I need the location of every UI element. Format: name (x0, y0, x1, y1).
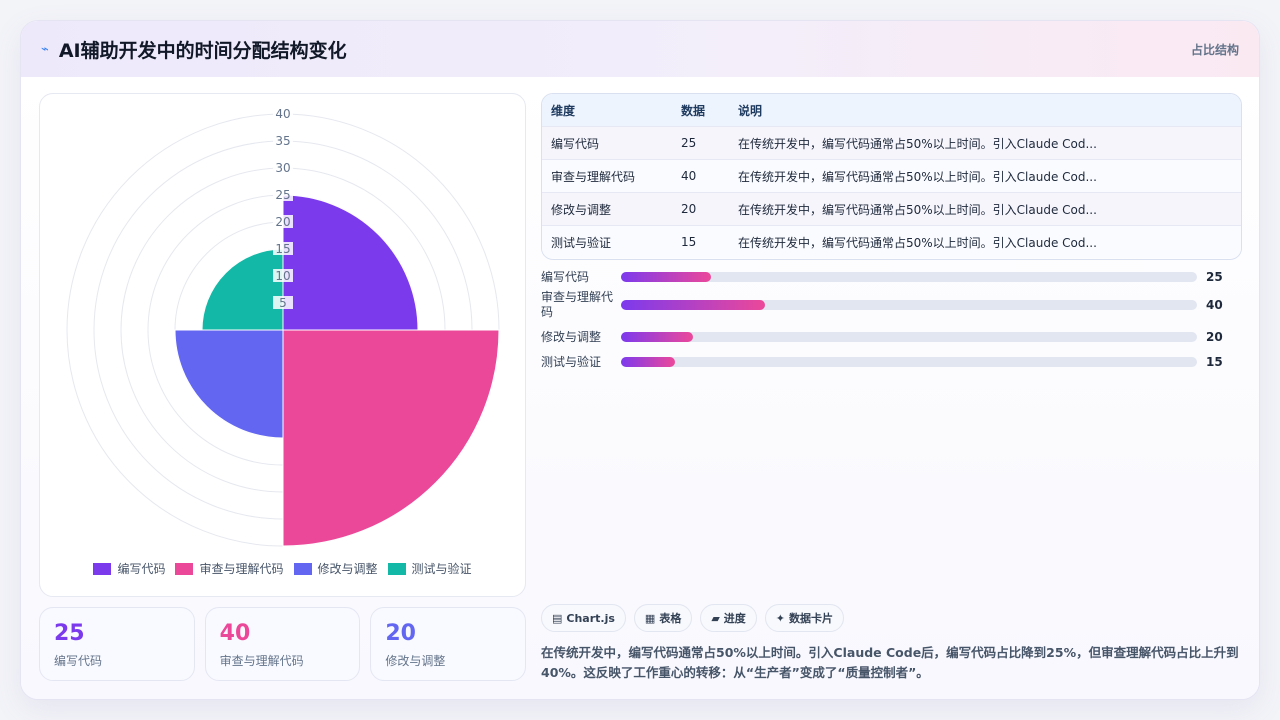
progress-row: 审查与理解代码 40 (541, 289, 1242, 321)
legend-swatch (387, 562, 406, 575)
legend-swatch (293, 562, 312, 575)
progress-value: 40 (1206, 298, 1223, 312)
progress-row: 编写代码 25 (541, 269, 1242, 285)
progress-value: 25 (1206, 270, 1223, 284)
table-row: 审查与理解代码 40 在传统开发中，编写代码通常占50%以上时间。引入Claud… (542, 159, 1241, 192)
progress-fill (621, 300, 765, 310)
progress-row: 测试与验证 15 (541, 354, 1242, 370)
legend-item[interactable]: 测试与验证 (387, 560, 472, 577)
summary-note: 在传统开发中，编写代码通常占50%以上时间。引入Claude Code后，编写代… (541, 645, 1239, 680)
row-value: 25 (681, 136, 697, 150)
header: ⌁ AI辅助开发中的时间分配结构变化 占比结构 (21, 21, 1259, 77)
polar-chart-svg: 5 10 15 20 25 30 35 40 (66, 107, 500, 547)
r-tick-label: 40 (275, 107, 290, 121)
chip-table[interactable]: ▦ 表格 (633, 604, 693, 632)
stat-cards: 25 编写代码 40 审查与理解代码 20 修改与调整 (39, 607, 527, 681)
chip-label: 数据卡片 (789, 612, 834, 625)
r-tick-label: 25 (275, 188, 290, 202)
line-chart-icon: ⌁ (41, 41, 49, 57)
stat-label: 编写代码 (54, 654, 103, 668)
chart-icon: ▤ (552, 611, 563, 625)
progress-track (621, 357, 1197, 367)
r-tick-label: 30 (275, 161, 290, 175)
feature-chips: ▤ Chart.js ▦ 表格 ▰ 进度 ✦ 数据卡片 (541, 604, 845, 632)
stat-value: 20 (385, 621, 416, 646)
r-tick-label: 10 (275, 269, 290, 283)
progress-row: 修改与调整 20 (541, 329, 1242, 345)
chart-legend: 编写代码 审查与理解代码 修改与调整 测试与验证 (40, 560, 525, 577)
legend-label: 编写代码 (117, 562, 166, 576)
content: 5 10 15 20 25 30 35 40 编写代码 审查与理解代码 修改与调整 测试与验证 25… (21, 77, 1259, 699)
legend-label: 审查与理解代码 (199, 562, 284, 576)
table-header: 维度 数据 说明 (542, 94, 1241, 126)
page-title: AI辅助开发中的时间分配结构变化 (58, 39, 347, 62)
polar-area-chart: 5 10 15 20 25 30 35 40 编写代码 审查与理解代码 修改与调整 测试与验证 (39, 93, 526, 597)
legend-item[interactable]: 审查与理解代码 (175, 560, 284, 577)
chip-label: 进度 (723, 612, 746, 625)
row-description: 在传统开发中，编写代码通常占50%以上时间。引入Claude Cod... (738, 136, 1097, 151)
table-row: 修改与调整 20 在传统开发中，编写代码通常占50%以上时间。引入Claude … (542, 192, 1241, 225)
legend-label: 修改与调整 (317, 562, 378, 576)
chip-progress[interactable]: ▰ 进度 (700, 604, 757, 632)
progress-label: 编写代码 (541, 269, 590, 284)
progress-label: 修改与调整 (541, 329, 602, 344)
r-tick-label: 35 (275, 134, 290, 148)
row-description: 在传统开发中，编写代码通常占50%以上时间。引入Claude Cod... (738, 235, 1097, 250)
row-dimension: 修改与调整 (551, 202, 612, 217)
row-description: 在传统开发中，编写代码通常占50%以上时间。引入Claude Cod... (738, 202, 1097, 217)
row-dimension: 审查与理解代码 (551, 169, 636, 184)
chip-label: Chart.js (566, 611, 615, 625)
header-tag: 占比结构 (1190, 43, 1239, 57)
row-value: 40 (681, 169, 697, 183)
chip-chart[interactable]: ▤ Chart.js (541, 604, 626, 632)
progress-fill (621, 357, 676, 367)
progress-value: 20 (1206, 330, 1223, 344)
stat-card: 25 编写代码 (39, 607, 195, 681)
stat-label: 审查与理解代码 (219, 654, 304, 668)
progress-label: 测试与验证 (541, 354, 602, 369)
row-description: 在传统开发中，编写代码通常占50%以上时间。引入Claude Cod... (738, 169, 1097, 184)
table-row: 测试与验证 15 在传统开发中，编写代码通常占50%以上时间。引入Claude … (542, 225, 1241, 258)
progress-value: 15 (1206, 355, 1223, 369)
row-value: 15 (681, 235, 697, 249)
r-tick-label: 20 (275, 215, 290, 229)
legend-swatch (175, 562, 194, 575)
polar-wedge (174, 329, 284, 439)
data-table: 维度 数据 说明 编写代码 25 在传统开发中，编写代码通常占50%以上时间。引… (541, 93, 1242, 260)
row-dimension: 编写代码 (551, 136, 600, 151)
header-description: 说明 (738, 103, 763, 118)
table-icon: ▦ (644, 611, 656, 625)
progress-fill (621, 332, 693, 342)
row-value: 20 (681, 202, 697, 216)
stat-label: 修改与调整 (385, 654, 446, 668)
progress-track (621, 272, 1197, 282)
polar-wedge (282, 329, 500, 547)
progress-track (621, 332, 1197, 342)
progress-track (621, 300, 1197, 310)
progress-icon: ▰ (711, 611, 720, 625)
header-data: 数据 (681, 103, 706, 118)
header-dimension: 维度 (551, 103, 576, 118)
table-row: 编写代码 25 在传统开发中，编写代码通常占50%以上时间。引入Claude C… (542, 126, 1241, 159)
sparkle-icon: ✦ (775, 611, 786, 625)
chip-sparkle[interactable]: ✦ 数据卡片 (764, 604, 845, 632)
legend-item[interactable]: 编写代码 (93, 560, 165, 577)
stat-value: 40 (219, 621, 251, 646)
r-tick-label: 5 (279, 296, 287, 310)
legend-item[interactable]: 修改与调整 (293, 560, 378, 577)
chip-label: 表格 (659, 612, 682, 625)
stat-card: 40 审查与理解代码 (204, 607, 361, 681)
progress-label: 审查与理解代码 (541, 290, 614, 319)
legend-label: 测试与验证 (411, 562, 472, 576)
r-tick-label: 15 (275, 242, 290, 256)
dashboard-card: ⌁ AI辅助开发中的时间分配结构变化 占比结构 5 10 15 20 25 30 35 40 … (20, 20, 1260, 700)
stat-value: 25 (54, 621, 85, 646)
legend-swatch (93, 562, 112, 575)
progress-fill (621, 272, 711, 282)
row-dimension: 测试与验证 (551, 235, 612, 250)
stat-card: 20 修改与调整 (370, 607, 527, 681)
polar-wedge (201, 248, 284, 331)
